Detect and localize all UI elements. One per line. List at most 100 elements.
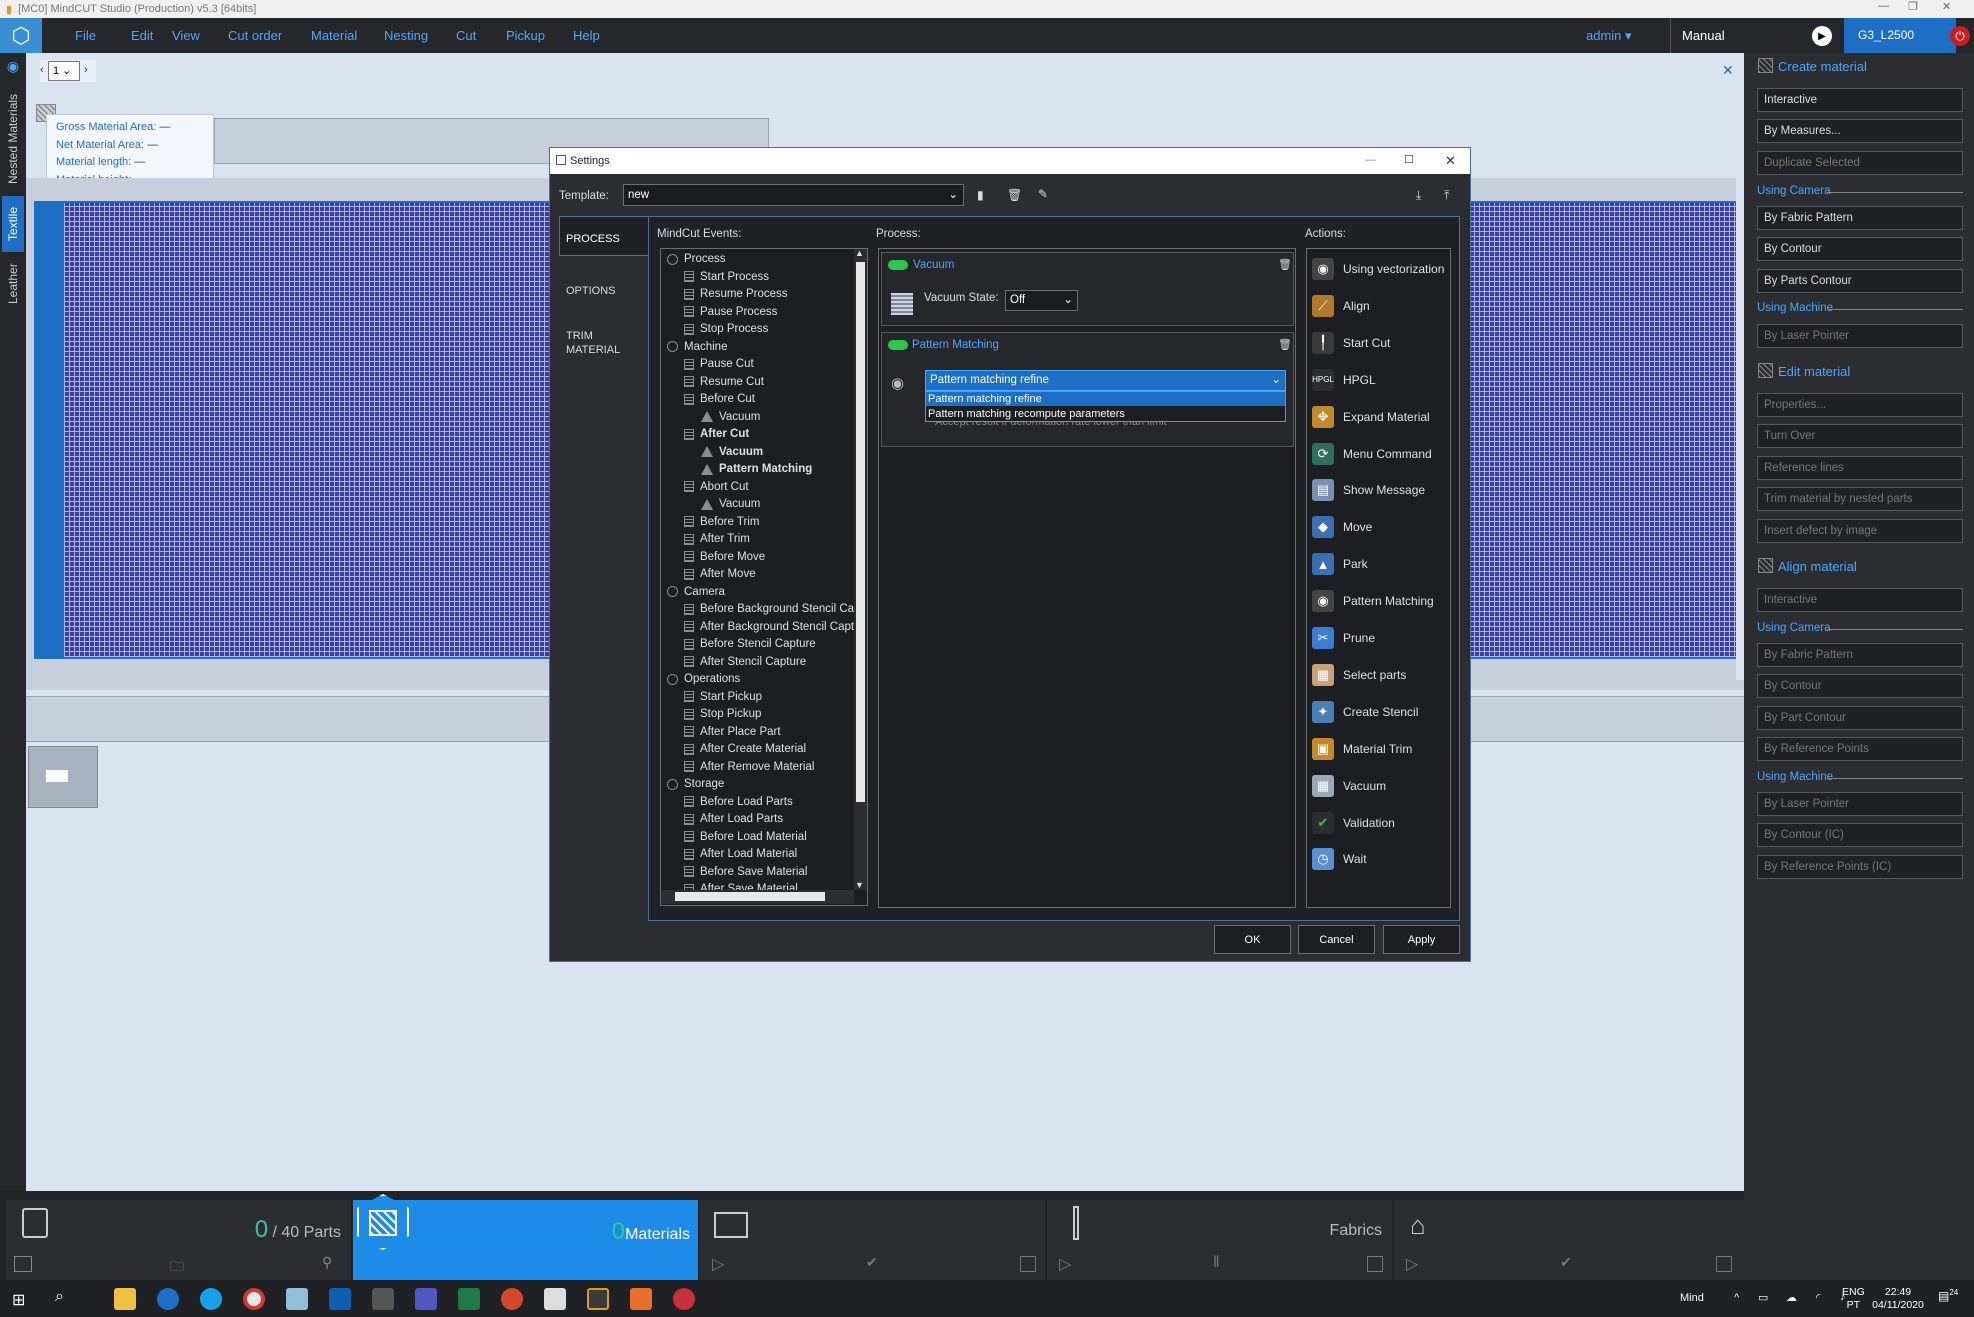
next-page-icon[interactable]: › — [84, 64, 88, 76]
tree-item[interactable]: After Background Stencil Captu — [684, 621, 860, 633]
action-item[interactable]: ◉ Using vectorization — [1312, 254, 1452, 284]
align-by-laser-pointer-button[interactable]: By Laser Pointer — [1757, 792, 1963, 816]
dropdown-option-refine[interactable]: Pattern matching refine — [926, 392, 1285, 406]
create-interactive-button[interactable]: Interactive — [1757, 88, 1963, 112]
align-by-contour-button[interactable]: By Contour — [1757, 674, 1963, 698]
tree-item[interactable]: After Load Parts — [684, 813, 783, 825]
tab-options[interactable]: OPTIONS — [566, 285, 616, 297]
tree-item[interactable]: Stop Pickup — [684, 708, 761, 720]
action-item[interactable]: ▤ Show Message — [1312, 475, 1452, 505]
notifications-icon[interactable]: ▤24 — [1938, 1288, 1958, 1303]
fabrics-card[interactable]: Fabrics ▷ ‖ — [1047, 1200, 1392, 1280]
tree-item[interactable]: Vacuum — [701, 498, 760, 510]
outlook-icon[interactable] — [329, 1288, 351, 1310]
turn-over-button[interactable]: Turn Over — [1757, 424, 1963, 448]
align-by-reference-points-ic-button[interactable]: By Reference Points (IC) — [1757, 855, 1963, 879]
tree-item[interactable]: Start Pickup — [684, 691, 762, 703]
tree-item[interactable]: Pattern Matching — [701, 463, 812, 475]
tree-item[interactable]: After Stencil Capture — [684, 656, 806, 668]
menu-help[interactable]: Help — [573, 28, 600, 43]
tab-textile[interactable]: Textile — [2, 196, 24, 252]
language-indicator[interactable]: ENG PT — [1842, 1286, 1865, 1312]
align-interactive-button[interactable]: Interactive — [1757, 588, 1963, 612]
action-item[interactable]: ▦ Vacuum — [1312, 771, 1452, 801]
action-item[interactable]: ◉ Pattern Matching — [1312, 586, 1452, 616]
tree-item[interactable]: Start Process — [684, 271, 769, 283]
tree-item[interactable]: Machine — [667, 341, 727, 353]
create-by-laser-pointer-button[interactable]: By Laser Pointer — [1757, 324, 1963, 348]
tray-chevron-icon[interactable]: ^ — [1734, 1292, 1739, 1304]
tree-scroll-thumb[interactable] — [856, 262, 865, 802]
mindcut-taskbar-icon[interactable] — [587, 1288, 609, 1310]
tree-item[interactable]: After Trim — [684, 533, 750, 545]
menu-cut[interactable]: Cut — [456, 28, 476, 43]
pickup-check-icon[interactable]: ✔ — [1560, 1254, 1572, 1271]
align-by-fabric-pattern-button[interactable]: By Fabric Pattern — [1757, 643, 1963, 667]
tray-cloud-icon[interactable]: ☁ — [1786, 1291, 1797, 1304]
action-item[interactable]: ✂ Prune — [1312, 623, 1452, 653]
excel-icon[interactable] — [458, 1288, 480, 1310]
tree-item[interactable]: Before Cut — [684, 393, 755, 405]
search-icon[interactable]: ⌕ — [55, 1288, 64, 1306]
events-tree[interactable]: Process Start Process Resume Process Pause … — [660, 248, 868, 906]
tree-item[interactable]: Before Load Parts — [684, 796, 793, 808]
prev-page-icon[interactable]: ‹ — [40, 64, 44, 76]
tray-wifi-icon[interactable]: ◜ — [1816, 1291, 1820, 1304]
restore-button[interactable]: ❐ — [1908, 0, 1918, 13]
tree-item[interactable]: Before Load Material — [684, 831, 807, 843]
reference-lines-button[interactable]: Reference lines — [1757, 456, 1963, 480]
export-icon[interactable]: ⤒ — [1444, 188, 1449, 203]
action-item[interactable]: ✔ Validation — [1312, 808, 1452, 838]
tab-leather[interactable]: Leather — [2, 254, 24, 314]
parts-card[interactable]: 0 / 40 Parts 🗀 ⚲ — [6, 1200, 351, 1280]
minimize-button[interactable]: — — [1878, 0, 1889, 12]
create-by-contour-button[interactable]: By Contour — [1757, 237, 1963, 261]
create-by-fabric-pattern-button[interactable]: By Fabric Pattern — [1757, 206, 1963, 230]
edit-template-icon[interactable]: ✎ — [1038, 187, 1048, 201]
cut-pause-icon[interactable]: ‖ — [1213, 1254, 1220, 1272]
action-item[interactable]: ✥ Expand Material — [1312, 402, 1452, 432]
action-item[interactable]: ▣ Material Trim — [1312, 734, 1452, 764]
delete-template-icon[interactable]: 🗑 — [1007, 188, 1022, 202]
user-menu[interactable]: admin ▾ — [1586, 28, 1632, 44]
tree-item[interactable]: Before Background Stencil Cap — [684, 603, 860, 615]
notes-icon[interactable] — [286, 1288, 308, 1310]
tray-battery-icon[interactable]: ▭ — [1758, 1291, 1768, 1304]
tree-item[interactable]: Process — [667, 253, 726, 265]
eye-icon[interactable]: ◉ — [4, 58, 22, 76]
tree-item[interactable]: After Move — [684, 568, 756, 580]
tool-icon[interactable] — [372, 1288, 394, 1310]
windows-start-icon[interactable]: ⊞ — [12, 1290, 25, 1310]
tree-item[interactable]: Resume Process — [684, 288, 788, 300]
app-orange-icon[interactable] — [630, 1288, 652, 1310]
menu-cut-order[interactable]: Cut order — [228, 28, 282, 43]
tree-item[interactable]: After Place Part — [684, 726, 781, 738]
dropdown-option-recompute[interactable]: Pattern matching recompute parameters — [926, 407, 1285, 421]
materials-card[interactable]: 0Materials — [353, 1194, 698, 1280]
tree-item[interactable]: After Cut — [684, 428, 749, 440]
clock[interactable]: 22:49 04/11/2020 — [1870, 1286, 1926, 1312]
menu-pickup[interactable]: Pickup — [506, 28, 545, 43]
nesting-play-icon[interactable]: ▷ — [712, 1254, 724, 1274]
vacuum-toggle[interactable] — [888, 260, 908, 270]
trim-material-button[interactable]: Trim material by nested parts — [1757, 487, 1963, 511]
parts-list-icon[interactable] — [14, 1256, 32, 1272]
tree-scroll-down-icon[interactable]: ▼ — [855, 880, 864, 890]
menu-nesting[interactable]: Nesting — [384, 28, 428, 43]
cut-stop-icon[interactable] — [1367, 1256, 1383, 1272]
edge-icon[interactable] — [157, 1288, 179, 1310]
template-select[interactable]: new ⌄ — [623, 184, 964, 206]
pickup-stop-icon[interactable] — [1716, 1256, 1732, 1272]
insert-defect-button[interactable]: Insert defect by image — [1757, 519, 1963, 543]
photos-icon[interactable] — [544, 1288, 566, 1310]
page-select[interactable]: 1 ⌄ — [48, 61, 80, 81]
tab-nested-materials[interactable]: Nested Materials — [2, 84, 24, 194]
action-item[interactable]: HPGL HPGL — [1312, 365, 1452, 395]
create-by-parts-contour-button[interactable]: By Parts Contour — [1757, 269, 1963, 293]
pattern-matching-toggle[interactable] — [888, 340, 908, 350]
tree-item[interactable]: After Create Material — [684, 743, 806, 755]
action-item[interactable]: ╿ Start Cut — [1312, 328, 1452, 358]
create-by-measures-button[interactable]: By Measures... — [1757, 119, 1963, 143]
tree-item[interactable]: Storage — [667, 778, 724, 790]
tree-item[interactable]: Resume Cut — [684, 376, 764, 388]
